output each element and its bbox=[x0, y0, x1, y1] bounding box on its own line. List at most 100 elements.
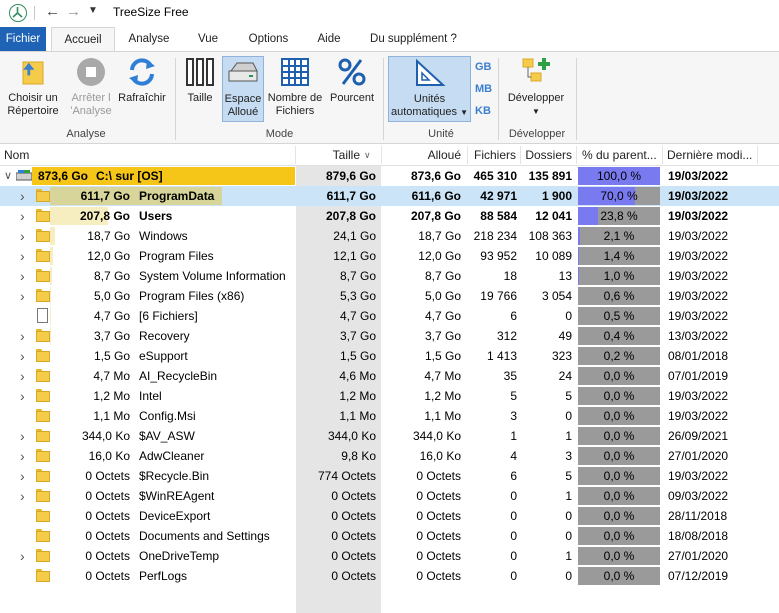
chevron-right-icon[interactable]: › bbox=[20, 326, 25, 346]
ribbon-panel: Choisir un Répertoire Arrêter l 'Analyse… bbox=[0, 51, 779, 144]
quick-access-dropdown-icon[interactable]: ▼ bbox=[88, 5, 98, 16]
column-size-header[interactable]: Taille bbox=[298, 144, 360, 166]
tab-accueil[interactable]: Accueil bbox=[51, 27, 115, 52]
row-size: 0 Octets bbox=[331, 509, 376, 523]
chevron-right-icon[interactable]: › bbox=[20, 426, 25, 446]
column-divider[interactable] bbox=[381, 146, 382, 164]
refresh-icon bbox=[126, 56, 158, 88]
chevron-right-icon[interactable]: › bbox=[20, 186, 25, 206]
row-size: 0 Octets bbox=[331, 549, 376, 563]
tab-aide[interactable]: Aide bbox=[310, 27, 348, 52]
column-divider[interactable] bbox=[662, 146, 663, 164]
chevron-right-icon[interactable]: › bbox=[20, 346, 25, 366]
table-row[interactable]: › 16,0 Ko AdwCleaner 9,8 Ko 16,0 Ko 4 3 0,0 % 27… bbox=[0, 446, 779, 466]
column-divider[interactable] bbox=[520, 146, 521, 164]
tab-vue[interactable]: Vue bbox=[190, 27, 226, 52]
column-percent-header[interactable]: % du parent... bbox=[582, 144, 660, 166]
table-row[interactable]: › 8,7 Go System Volume Information 8,7 Go 8,… bbox=[0, 266, 779, 286]
row-name: DeviceExport bbox=[139, 509, 211, 523]
row-files: 93 952 bbox=[480, 249, 517, 263]
table-row[interactable]: › 1,5 Go eSupport 1,5 Go 1,5 Go 1 413 323 0,2 %… bbox=[0, 346, 779, 366]
table-row[interactable]: 1,1 Mo Config.Msi 1,1 Mo 1,1 Mo 3 0 0,0 % 19/03… bbox=[0, 406, 779, 426]
row-name: AdwCleaner bbox=[139, 449, 205, 463]
chevron-down-icon[interactable]: ∨ bbox=[4, 166, 12, 186]
chevron-right-icon[interactable]: › bbox=[20, 546, 25, 566]
table-row[interactable]: › 0 Octets $Recycle.Bin 774 Octets 0 Octets 6… bbox=[0, 466, 779, 486]
unit-gb-button[interactable]: GB bbox=[475, 61, 492, 73]
table-row[interactable]: 0 Octets DeviceExport 0 Octets 0 Octets 0 0 0,… bbox=[0, 506, 779, 526]
refresh-button[interactable]: Rafraîchir bbox=[116, 56, 168, 105]
percent-value: 0,0 % bbox=[603, 529, 635, 543]
tab-du-supplement[interactable]: Du supplément ? bbox=[362, 27, 465, 52]
chevron-right-icon[interactable]: › bbox=[20, 206, 25, 226]
file-count-button[interactable]: Nombre de Fichiers bbox=[265, 56, 325, 118]
row-size-label: 12,0 Go bbox=[87, 249, 130, 263]
group-develop-label: Développer bbox=[508, 128, 566, 140]
row-files: 6 bbox=[510, 309, 517, 323]
row-name: Config.Msi bbox=[139, 409, 196, 423]
column-divider[interactable] bbox=[467, 146, 468, 164]
chevron-right-icon[interactable]: › bbox=[20, 246, 25, 266]
chevron-right-icon[interactable]: › bbox=[20, 226, 25, 246]
table-row[interactable]: 4,7 Go [6 Fichiers] 4,7 Go 4,7 Go 6 0 0,5 % 19/… bbox=[0, 306, 779, 326]
percent-button[interactable]: Pourcent bbox=[327, 56, 377, 105]
chevron-right-icon[interactable]: › bbox=[20, 486, 25, 506]
group-analyse-label: Analyse bbox=[66, 128, 106, 140]
row-folders: 1 900 bbox=[541, 189, 572, 203]
chevron-right-icon[interactable]: › bbox=[20, 366, 25, 386]
auto-units-label-1: Unités bbox=[413, 93, 446, 105]
stop-analysis-button[interactable]: Arrêter l 'Analyse bbox=[66, 56, 116, 118]
column-folders-header[interactable]: Dossiers bbox=[522, 144, 572, 166]
tab-analyse[interactable]: Analyse bbox=[121, 27, 177, 52]
table-row[interactable]: 0 Octets PerfLogs 0 Octets 0 Octets 0 0 0,0 % 0… bbox=[0, 566, 779, 586]
row-name: OneDriveTemp bbox=[139, 549, 220, 563]
expand-button[interactable]: Développer ▼ bbox=[503, 56, 569, 118]
percent-value: 1,4 % bbox=[603, 249, 635, 263]
table-row[interactable]: ∨ 873,6 Go C:\ sur [OS] 879,6 Go 873,6 Go 465… bbox=[0, 166, 779, 186]
row-allocated: 0 Octets bbox=[416, 469, 461, 483]
row-modified-date: 13/03/2022 bbox=[668, 329, 729, 343]
table-row[interactable]: › 0 Octets OneDriveTemp 0 Octets 0 Octets 0 1 0… bbox=[0, 546, 779, 566]
column-divider[interactable] bbox=[757, 146, 758, 164]
row-name: System Volume Information bbox=[139, 269, 286, 283]
forward-arrow-icon[interactable]: → bbox=[66, 3, 81, 20]
title-separator bbox=[34, 6, 35, 20]
auto-units-label-2: automatiques ▼ bbox=[389, 106, 470, 119]
percent-value: 0,0 % bbox=[603, 569, 635, 583]
table-row[interactable]: › 4,7 Mo AI_RecycleBin 4,6 Mo 4,7 Mo 35 24 0,0 … bbox=[0, 366, 779, 386]
column-divider[interactable] bbox=[295, 146, 296, 164]
row-folders: 13 bbox=[558, 269, 572, 283]
unit-mb-button[interactable]: MB bbox=[475, 83, 492, 95]
allocated-space-button[interactable]: Espace Alloué bbox=[222, 56, 264, 122]
tab-options[interactable]: Options bbox=[240, 27, 297, 52]
tab-fichier[interactable]: Fichier bbox=[0, 27, 46, 52]
table-row[interactable]: › 611,7 Go ProgramData 611,7 Go 611,6 Go 42 9… bbox=[0, 186, 779, 206]
chevron-right-icon[interactable]: › bbox=[20, 266, 25, 286]
table-row[interactable]: › 0 Octets $WinREAgent 0 Octets 0 Octets 0 1 0,… bbox=[0, 486, 779, 506]
table-row[interactable]: › 1,2 Mo Intel 1,2 Mo 1,2 Mo 5 5 0,0 % 19/03/202… bbox=[0, 386, 779, 406]
unit-kb-button[interactable]: KB bbox=[475, 105, 491, 117]
column-divider[interactable] bbox=[576, 146, 577, 164]
table-row[interactable]: › 5,0 Go Program Files (x86) 5,3 Go 5,0 Go 19… bbox=[0, 286, 779, 306]
table-row[interactable]: › 3,7 Go Recovery 3,7 Go 3,7 Go 312 49 0,4 % 13/… bbox=[0, 326, 779, 346]
row-files: 42 971 bbox=[480, 189, 517, 203]
column-modified-header[interactable]: Dernière modi... bbox=[667, 144, 757, 166]
table-row[interactable]: 0 Octets Documents and Settings 0 Octets 0 … bbox=[0, 526, 779, 546]
row-name: $AV_ASW bbox=[139, 429, 195, 443]
table-row[interactable]: › 344,0 Ko $AV_ASW 344,0 Ko 344,0 Ko 1 1 0,0 % 2… bbox=[0, 426, 779, 446]
chevron-right-icon[interactable]: › bbox=[20, 466, 25, 486]
column-allocated-header[interactable]: Alloué bbox=[383, 144, 461, 166]
back-arrow-icon[interactable]: ← bbox=[45, 3, 60, 20]
column-files-header[interactable]: Fichiers bbox=[469, 144, 516, 166]
chevron-right-icon[interactable]: › bbox=[20, 386, 25, 406]
chevron-right-icon[interactable]: › bbox=[20, 286, 25, 306]
table-row[interactable]: › 207,8 Go Users 207,8 Go 207,8 Go 88 584 12 0… bbox=[0, 206, 779, 226]
table-row[interactable]: › 12,0 Go Program Files 12,1 Go 12,0 Go 93 95… bbox=[0, 246, 779, 266]
size-mode-button[interactable]: Taille bbox=[180, 56, 220, 105]
column-name-header[interactable]: Nom bbox=[4, 144, 294, 166]
table-row[interactable]: › 18,7 Go Windows 24,1 Go 18,7 Go 218 234 108 … bbox=[0, 226, 779, 246]
chevron-right-icon[interactable]: › bbox=[20, 446, 25, 466]
auto-units-button[interactable]: Unités automatiques ▼ bbox=[388, 56, 471, 122]
choose-directory-button[interactable]: Choisir un Répertoire bbox=[2, 56, 64, 118]
title-bar: ← → ▼ TreeSize Free bbox=[0, 0, 779, 26]
